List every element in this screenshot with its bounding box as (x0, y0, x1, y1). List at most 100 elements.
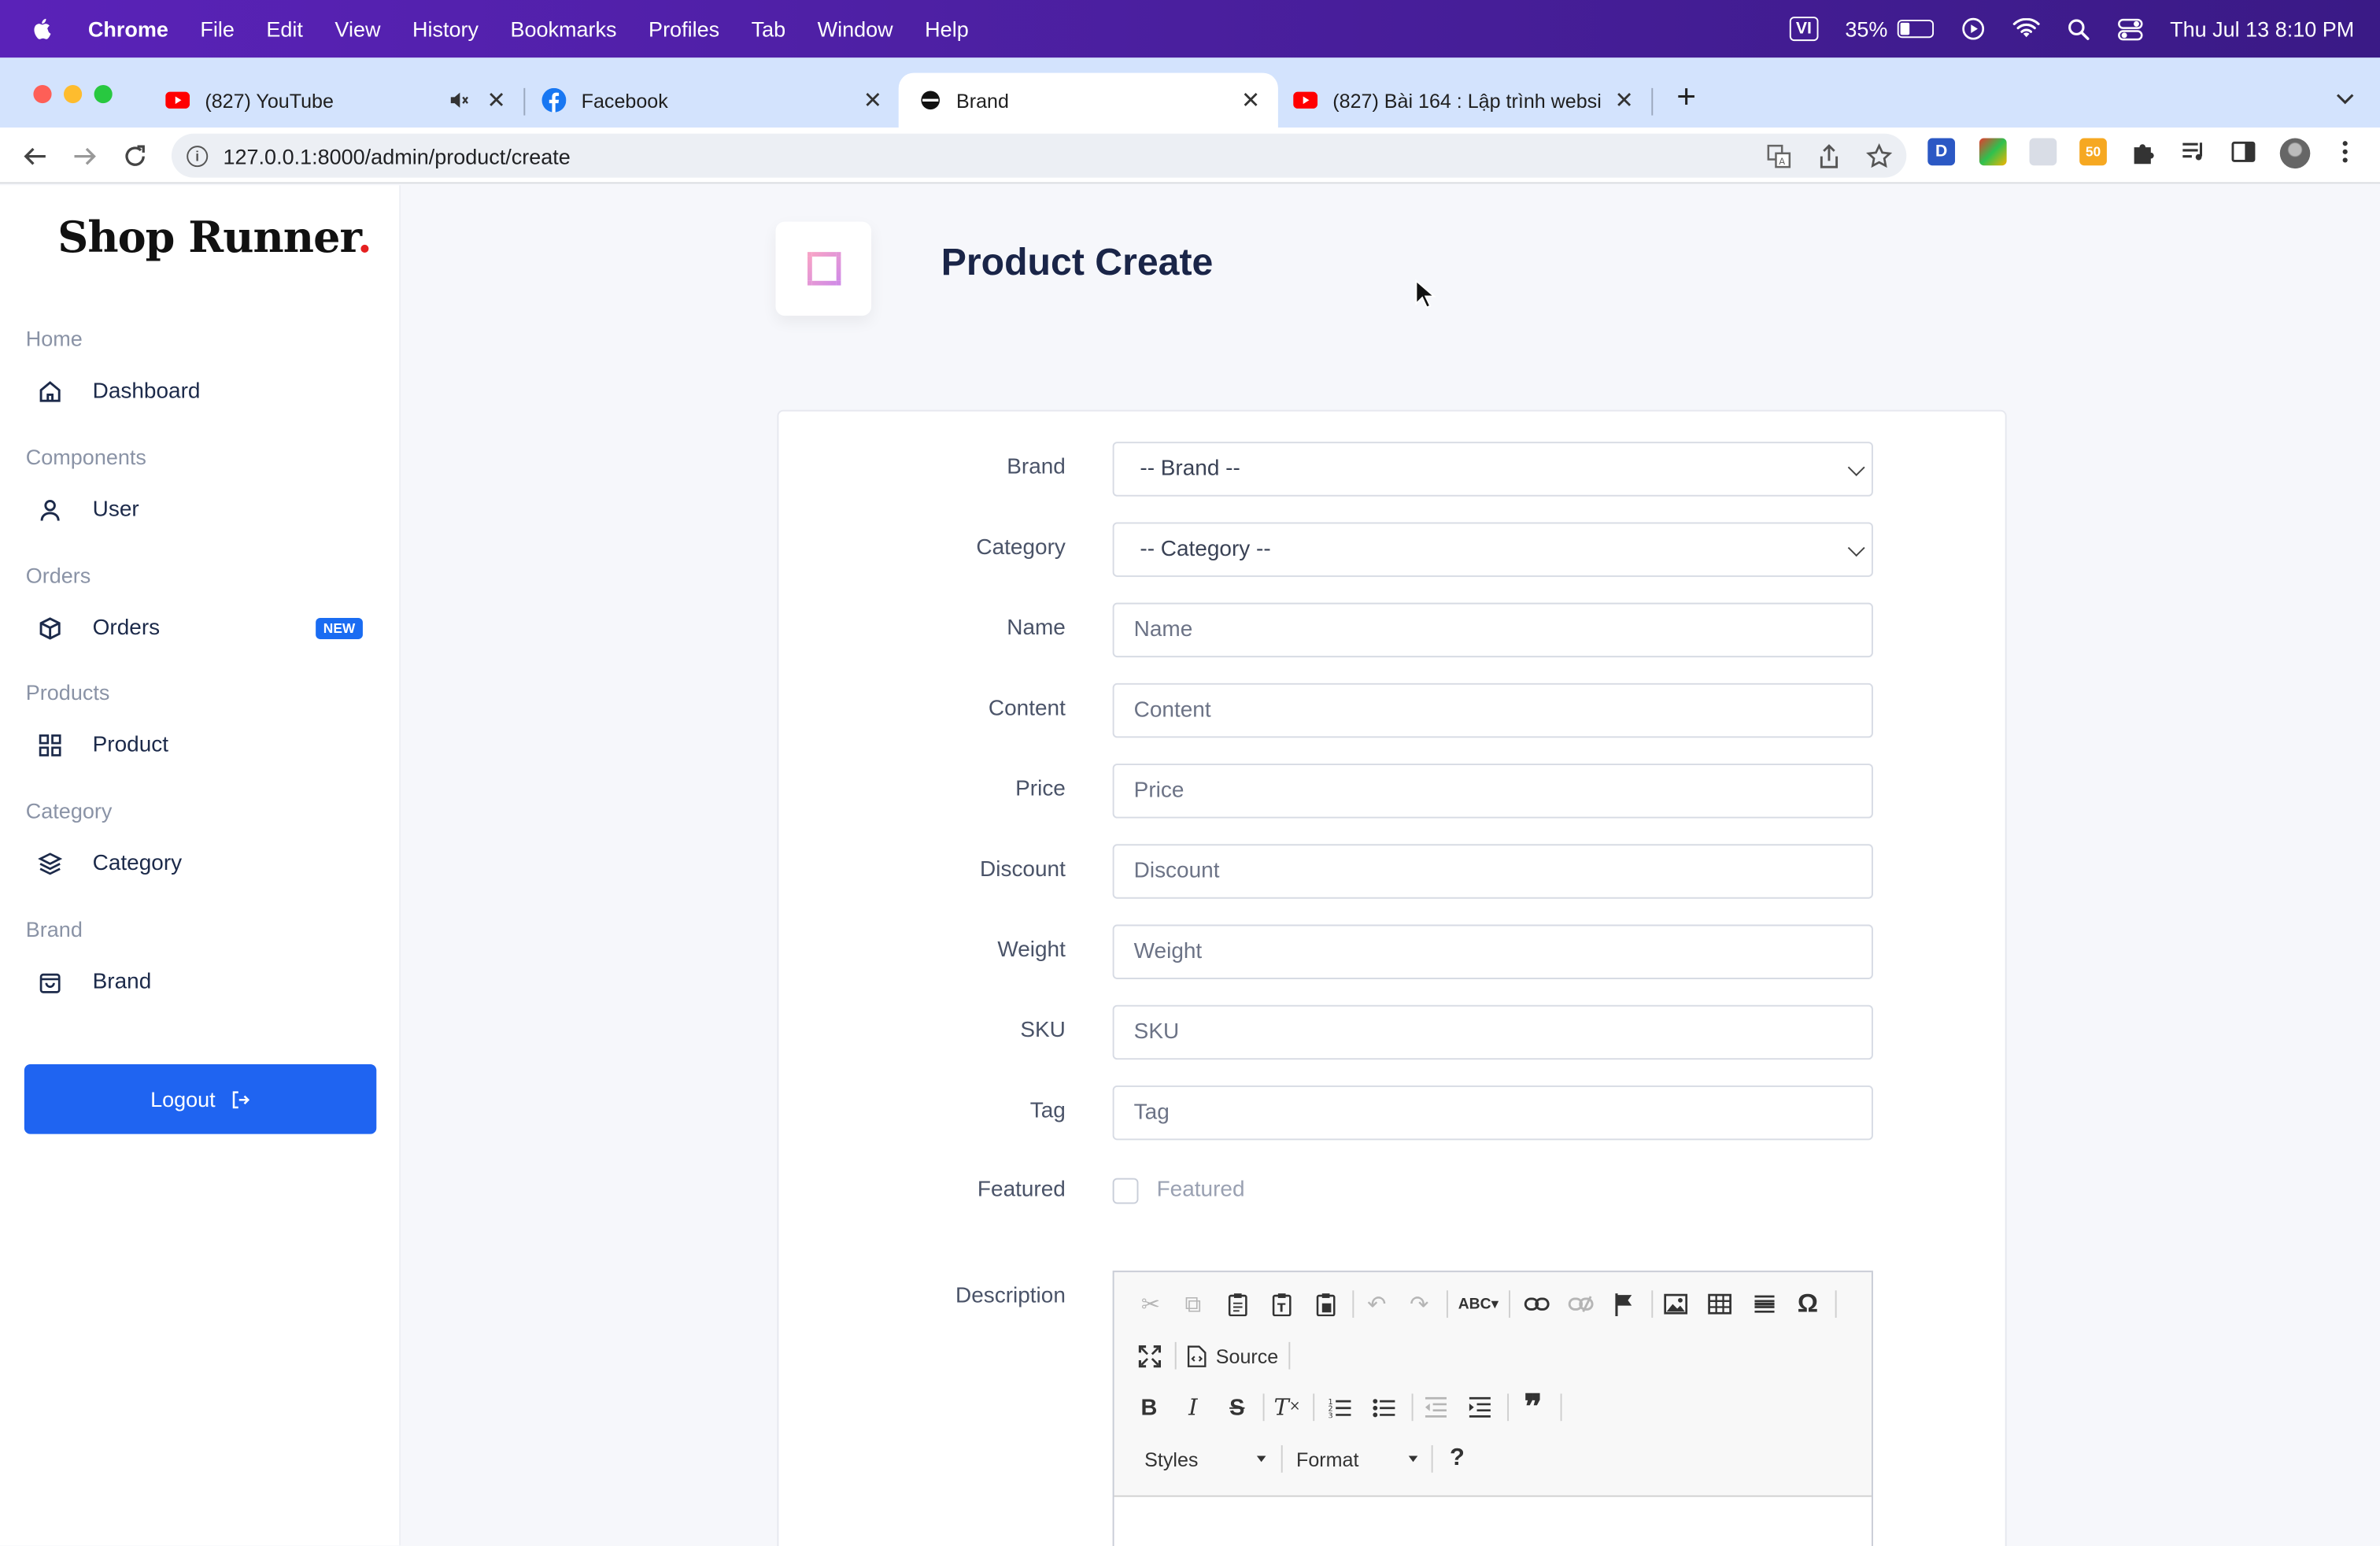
featured-checkbox[interactable] (1112, 1178, 1139, 1204)
sidebar-item-user[interactable]: User (26, 487, 375, 533)
discount-input[interactable]: Discount (1112, 844, 1873, 899)
wifi-icon[interactable] (2012, 18, 2040, 39)
strikethrough-icon[interactable]: S (1221, 1391, 1254, 1424)
close-tab-icon[interactable]: ✕ (484, 87, 508, 114)
category-select[interactable]: -- Category -- (1112, 522, 1873, 577)
menu-app-name[interactable]: Chrome (88, 17, 168, 41)
input-source-indicator[interactable]: VI (1790, 17, 1818, 42)
content-input[interactable]: Content (1112, 682, 1873, 738)
redo-icon[interactable]: ↷ (1402, 1287, 1436, 1320)
tab-search-chevron-icon[interactable] (2334, 88, 2356, 109)
image-icon[interactable] (1659, 1287, 1692, 1320)
menu-window[interactable]: Window (818, 17, 893, 41)
spotlight-search-icon[interactable] (2067, 17, 2090, 40)
name-input[interactable]: Name (1112, 602, 1873, 658)
extension-d-icon[interactable]: D (1927, 138, 1956, 166)
styles-dropdown[interactable]: Styles (1144, 1442, 1266, 1475)
tab-facebook[interactable]: Facebook ✕ (521, 73, 900, 128)
sidebar-item-brand[interactable]: Brand (26, 960, 375, 1005)
share-icon[interactable] (1816, 142, 1843, 170)
address-bar-url[interactable]: 127.0.0.1:8000/admin/product/create (224, 143, 571, 168)
help-icon[interactable]: ? (1440, 1442, 1473, 1475)
horizontal-line-icon[interactable] (1747, 1287, 1780, 1320)
menubar-clock[interactable]: Thu Jul 13 8:10 PM (2170, 17, 2354, 41)
cut-icon[interactable]: ✂ (1134, 1287, 1167, 1320)
extension-colorful-icon[interactable] (1979, 138, 2007, 166)
italic-icon[interactable]: I (1177, 1391, 1210, 1424)
menu-tab[interactable]: Tab (752, 17, 786, 41)
bookmark-star-icon[interactable] (1865, 142, 1893, 170)
tag-input[interactable]: Tag (1112, 1085, 1873, 1141)
menu-edit[interactable]: Edit (266, 17, 303, 41)
close-tab-icon[interactable]: ✕ (861, 87, 885, 114)
media-queue-icon[interactable] (2179, 139, 2207, 166)
paste-icon[interactable] (1221, 1287, 1254, 1320)
menu-help[interactable]: Help (925, 17, 969, 41)
forward-button[interactable] (68, 139, 102, 172)
back-button[interactable] (18, 139, 51, 172)
address-bar[interactable]: i 127.0.0.1:8000/admin/product/create A (171, 133, 1907, 178)
tab-youtube[interactable]: (827) YouTube ✕ (144, 73, 523, 128)
special-char-icon[interactable]: Ω (1791, 1287, 1824, 1320)
site-info-icon[interactable]: i (187, 145, 209, 167)
menu-history[interactable]: History (412, 17, 479, 41)
window-minimize-button[interactable] (64, 85, 83, 104)
extensions-puzzle-icon[interactable] (2130, 139, 2157, 166)
sidebar-item-orders[interactable]: Orders NEW (26, 606, 375, 652)
window-zoom-button[interactable] (94, 85, 113, 104)
chrome-menu-icon[interactable] (2331, 139, 2359, 166)
weight-input[interactable]: Weight (1112, 924, 1873, 979)
numbered-list-icon[interactable]: 123 (1324, 1391, 1357, 1424)
menu-view[interactable]: View (334, 17, 380, 41)
remove-format-icon[interactable]: T × (1270, 1391, 1303, 1424)
menu-bookmarks[interactable]: Bookmarks (510, 17, 616, 41)
copy-icon[interactable]: ⧉ (1177, 1287, 1210, 1320)
unlink-icon[interactable] (1563, 1287, 1596, 1320)
paste-text-icon[interactable]: T (1265, 1287, 1298, 1320)
sidebar-item-product[interactable]: Product (26, 723, 375, 768)
tab-youtube-lesson[interactable]: (827) Bài 164 : Lập trình websi ✕ (1272, 73, 1651, 128)
sidebar-item-category[interactable]: Category (26, 841, 375, 886)
sku-input[interactable]: SKU (1112, 1004, 1873, 1060)
undo-icon[interactable]: ↶ (1360, 1287, 1393, 1320)
format-dropdown[interactable]: Format (1296, 1442, 1418, 1475)
reload-button[interactable] (118, 139, 151, 172)
translate-icon[interactable]: A (1765, 142, 1793, 170)
anchor-flag-icon[interactable] (1607, 1287, 1640, 1320)
side-panel-icon[interactable] (2230, 139, 2257, 166)
section-title-components: Components (25, 445, 146, 469)
extension-50-icon[interactable]: 50 (2079, 138, 2107, 166)
sidebar-item-dashboard[interactable]: Dashboard (26, 369, 375, 415)
apple-icon[interactable] (31, 17, 55, 41)
source-button[interactable]: Source (1187, 1339, 1278, 1372)
outdent-icon[interactable] (1419, 1391, 1452, 1424)
battery-icon[interactable] (1896, 20, 1934, 39)
logout-button[interactable]: Logout (24, 1063, 377, 1134)
editor-content-area[interactable] (1114, 1495, 1872, 1546)
maximize-icon[interactable] (1133, 1339, 1166, 1372)
menu-file[interactable]: File (200, 17, 235, 41)
indent-icon[interactable] (1463, 1391, 1496, 1424)
extension-grid-icon[interactable] (2029, 138, 2057, 166)
muted-speaker-icon[interactable] (448, 90, 469, 111)
menu-profiles[interactable]: Profiles (649, 17, 719, 41)
play-icon[interactable] (1961, 17, 1985, 41)
link-icon[interactable] (1520, 1287, 1553, 1320)
featured-checkbox-label[interactable]: Featured (1157, 1178, 1245, 1203)
blockquote-icon[interactable]: ❞ (1517, 1388, 1550, 1427)
shop-runner-logo[interactable]: Shop Runner. (57, 213, 372, 263)
paste-word-icon[interactable] (1308, 1287, 1341, 1320)
price-input[interactable]: Price (1112, 764, 1873, 819)
new-tab-button[interactable]: + (1669, 80, 1702, 115)
close-tab-icon[interactable]: ✕ (1612, 87, 1636, 114)
spellcheck-icon[interactable]: ABC▾ (1456, 1287, 1502, 1320)
window-close-button[interactable] (33, 85, 52, 104)
profile-avatar[interactable] (2279, 138, 2311, 169)
close-tab-icon[interactable]: ✕ (1239, 87, 1263, 114)
bold-icon[interactable]: B (1133, 1391, 1166, 1424)
control-center-icon[interactable] (2117, 17, 2143, 40)
tab-brand[interactable]: Brand ✕ (898, 72, 1278, 128)
brand-select[interactable]: -- Brand -- (1112, 442, 1873, 497)
bulleted-list-icon[interactable] (1368, 1391, 1401, 1424)
table-icon[interactable] (1703, 1287, 1736, 1320)
